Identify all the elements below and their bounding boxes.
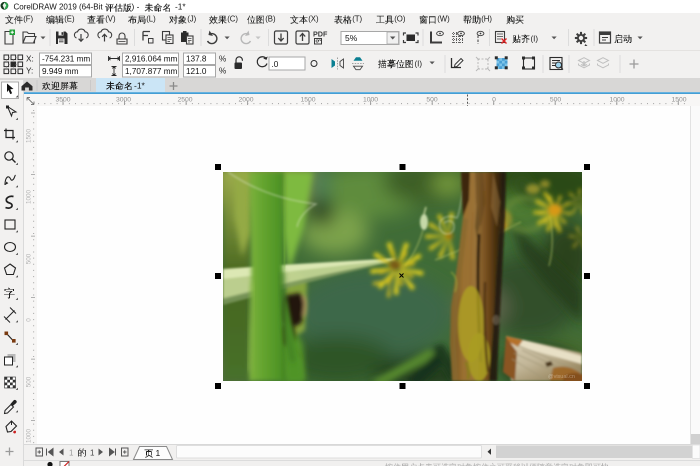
- svg-text:1000: 1000: [26, 190, 33, 205]
- svg-text:%: %: [219, 55, 226, 64]
- svg-text:137.8: 137.8: [186, 55, 207, 64]
- svg-text:121.0: 121.0: [186, 67, 207, 76]
- svg-text:1500: 1500: [26, 129, 33, 144]
- svg-text:2500: 2500: [177, 97, 192, 104]
- svg-text:2000: 2000: [238, 97, 253, 104]
- svg-text:.0: .0: [272, 60, 279, 69]
- svg-text:1: 1: [90, 449, 95, 458]
- svg-text:-1*: -1*: [175, 1, 186, 11]
- svg-text:1,707.877 mm: 1,707.877 mm: [125, 67, 178, 76]
- svg-text:3000: 3000: [116, 97, 131, 104]
- svg-text:5%: 5%: [345, 33, 358, 43]
- svg-text:(B): (B): [265, 15, 276, 24]
- svg-text:) -: ) -: [132, 1, 140, 11]
- svg-text:(I): (I): [531, 35, 539, 44]
- svg-text:(W): (W): [437, 15, 450, 24]
- svg-text:-754.231 mm: -754.231 mm: [42, 55, 90, 64]
- svg-text:1500: 1500: [300, 97, 315, 104]
- svg-text:1000: 1000: [26, 429, 33, 444]
- svg-text:(O): (O): [394, 15, 406, 24]
- svg-text:(V): (V): [105, 15, 116, 24]
- svg-text:CorelDRAW 2019 (64-Bit: CorelDRAW 2019 (64-Bit: [14, 2, 104, 11]
- svg-text:X:: X:: [26, 55, 34, 64]
- svg-text:9.949 mm: 9.949 mm: [42, 67, 79, 76]
- svg-text:(T): (T): [352, 15, 362, 24]
- svg-text:500: 500: [26, 253, 33, 264]
- svg-text:(L): (L): [146, 15, 156, 24]
- svg-text:(C): (C): [227, 15, 238, 24]
- svg-text:(E): (E): [64, 15, 75, 24]
- svg-text:(X): (X): [308, 15, 319, 24]
- svg-text:1500: 1500: [671, 97, 686, 104]
- svg-text:1: 1: [69, 449, 74, 458]
- svg-text:(I): (I): [415, 60, 423, 69]
- svg-text:(F): (F): [23, 15, 33, 24]
- svg-text:500: 500: [26, 376, 33, 387]
- svg-text:%: %: [219, 67, 226, 76]
- svg-text:1: 1: [156, 448, 161, 458]
- svg-text:Y:: Y:: [26, 67, 33, 76]
- svg-text:0: 0: [26, 318, 33, 322]
- svg-text:(J): (J): [187, 15, 196, 24]
- svg-text:-1*: -1*: [134, 81, 146, 91]
- svg-text:(H): (H): [481, 15, 492, 24]
- svg-text:PDF: PDF: [313, 30, 328, 39]
- svg-text:2,916.064 mm: 2,916.064 mm: [125, 55, 178, 64]
